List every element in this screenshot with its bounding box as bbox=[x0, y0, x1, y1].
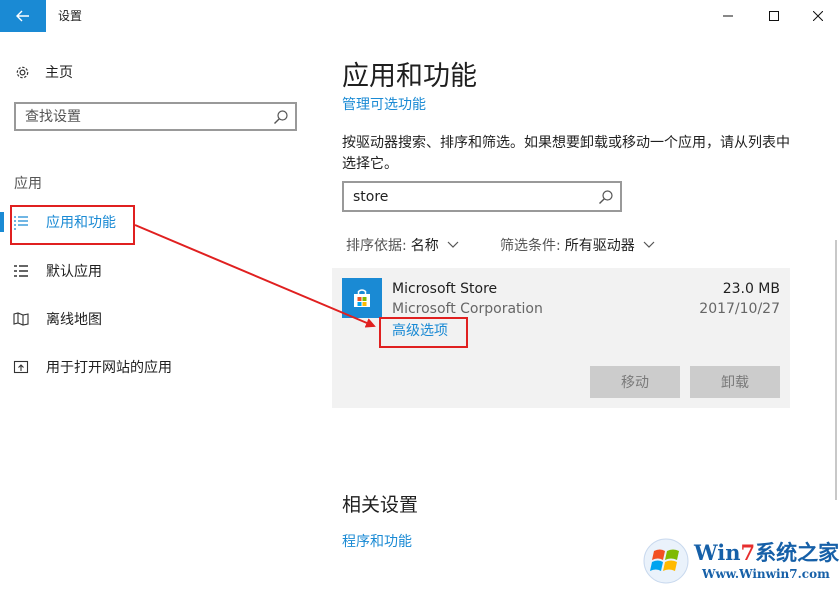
watermark-brand: Win7系统之家 bbox=[694, 540, 840, 565]
watermark: Win7系统之家 Www.Winwin7.com bbox=[642, 535, 840, 587]
annotation-arrow bbox=[134, 224, 376, 328]
windows-logo-icon bbox=[643, 538, 689, 584]
watermark-url: Www.Winwin7.com bbox=[702, 567, 830, 581]
